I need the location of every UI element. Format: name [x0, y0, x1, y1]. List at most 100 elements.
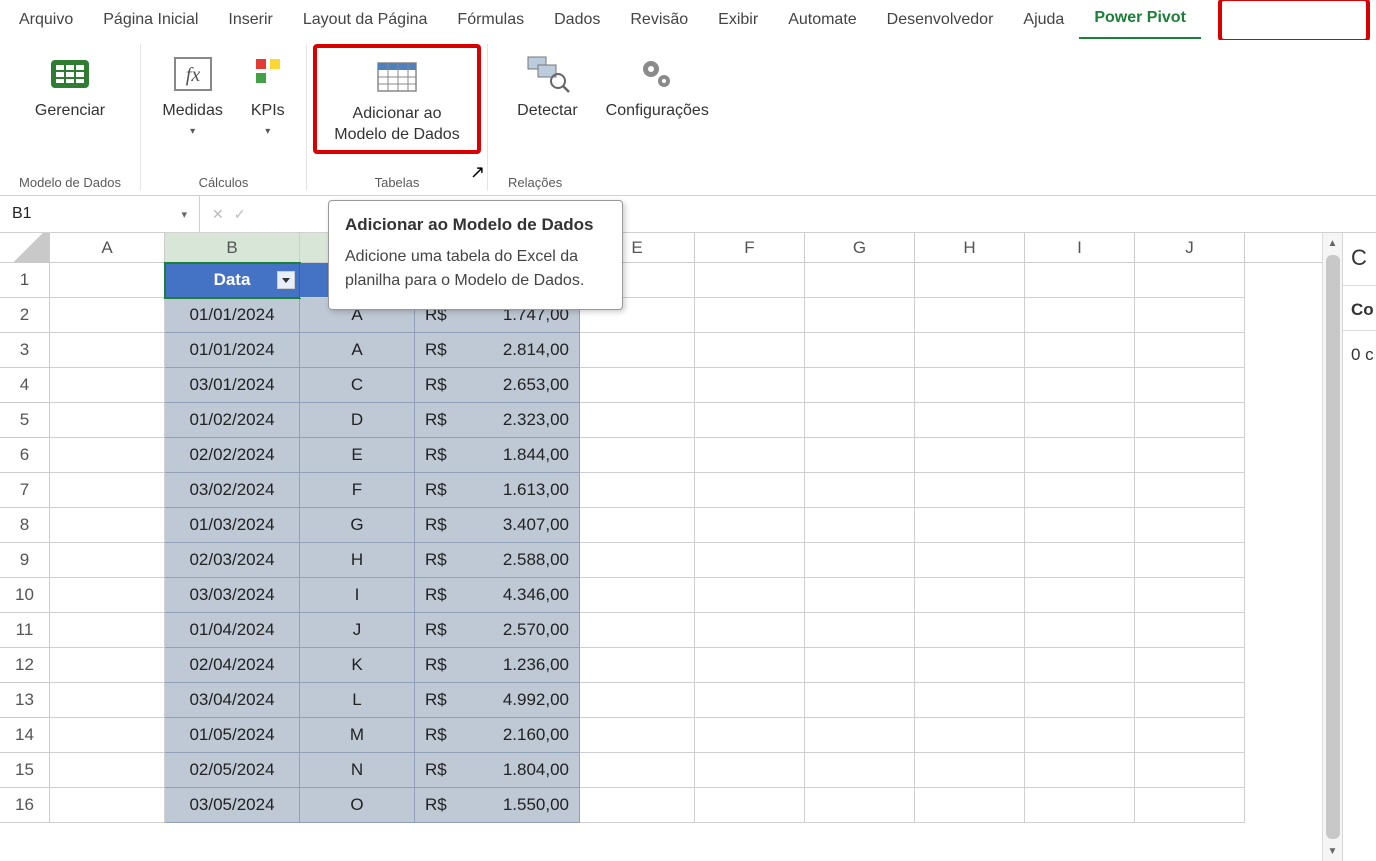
col-header-A[interactable]: A	[50, 233, 165, 262]
detectar-button[interactable]: Detectar	[506, 44, 588, 123]
cell[interactable]	[50, 648, 165, 683]
cell[interactable]	[1025, 403, 1135, 438]
cell[interactable]	[915, 438, 1025, 473]
cell[interactable]	[805, 753, 915, 788]
cell[interactable]	[915, 403, 1025, 438]
row-header[interactable]: 5	[0, 403, 50, 438]
select-all-corner[interactable]	[0, 233, 50, 263]
cell[interactable]	[695, 473, 805, 508]
cell[interactable]	[1025, 578, 1135, 613]
cell[interactable]: C	[300, 368, 415, 403]
cell[interactable]	[695, 753, 805, 788]
kpis-button[interactable]: KPIs	[240, 44, 296, 138]
cell[interactable]: Data	[165, 263, 300, 298]
cell[interactable]	[915, 298, 1025, 333]
cell[interactable]	[805, 473, 915, 508]
tab-página-inicial[interactable]: Página Inicial	[88, 2, 213, 39]
cell[interactable]	[805, 613, 915, 648]
row-header[interactable]: 4	[0, 368, 50, 403]
cell[interactable]: F	[300, 473, 415, 508]
cell[interactable]: 02/04/2024	[165, 648, 300, 683]
row-header[interactable]: 12	[0, 648, 50, 683]
cell[interactable]	[1135, 263, 1245, 298]
cell[interactable]	[580, 683, 695, 718]
cell[interactable]	[695, 438, 805, 473]
cell[interactable]	[695, 333, 805, 368]
cell[interactable]: R$3.407,00	[415, 508, 580, 543]
cell[interactable]	[580, 473, 695, 508]
cell[interactable]	[695, 718, 805, 753]
cell[interactable]	[915, 543, 1025, 578]
cell[interactable]	[805, 718, 915, 753]
cell[interactable]	[695, 648, 805, 683]
cell[interactable]: R$2.814,00	[415, 333, 580, 368]
cell[interactable]: 01/02/2024	[165, 403, 300, 438]
cell[interactable]: O	[300, 788, 415, 823]
cell[interactable]	[695, 263, 805, 298]
row-header[interactable]: 3	[0, 333, 50, 368]
cell[interactable]	[50, 543, 165, 578]
cell[interactable]: 01/05/2024	[165, 718, 300, 753]
cell[interactable]	[1025, 788, 1135, 823]
cell[interactable]	[695, 788, 805, 823]
cell[interactable]	[1135, 753, 1245, 788]
cell[interactable]	[915, 578, 1025, 613]
row-header[interactable]: 8	[0, 508, 50, 543]
cell[interactable]	[805, 578, 915, 613]
cell[interactable]	[50, 753, 165, 788]
cell[interactable]: D	[300, 403, 415, 438]
gerenciar-button[interactable]: Gerenciar	[24, 44, 116, 123]
cell[interactable]: M	[300, 718, 415, 753]
cell[interactable]	[915, 368, 1025, 403]
cell[interactable]: R$2.588,00	[415, 543, 580, 578]
row-header[interactable]: 16	[0, 788, 50, 823]
scroll-up-icon[interactable]: ▲	[1328, 233, 1338, 253]
row-header[interactable]: 15	[0, 753, 50, 788]
cell[interactable]	[50, 298, 165, 333]
cell[interactable]: R$1.844,00	[415, 438, 580, 473]
cell[interactable]: H	[300, 543, 415, 578]
cell[interactable]	[1135, 788, 1245, 823]
cell[interactable]	[1135, 473, 1245, 508]
filter-dropdown-icon[interactable]	[277, 271, 295, 289]
cell[interactable]	[50, 403, 165, 438]
vertical-scrollbar[interactable]: ▲ ▼	[1322, 233, 1342, 861]
cell[interactable]: R$1.613,00	[415, 473, 580, 508]
cell[interactable]: E	[300, 438, 415, 473]
row-header[interactable]: 2	[0, 298, 50, 333]
cell[interactable]	[50, 333, 165, 368]
cell[interactable]: I	[300, 578, 415, 613]
cell[interactable]	[805, 683, 915, 718]
cell[interactable]: A	[300, 333, 415, 368]
cell[interactable]	[580, 403, 695, 438]
cell[interactable]	[1025, 298, 1135, 333]
cell[interactable]: 03/04/2024	[165, 683, 300, 718]
cell[interactable]	[50, 368, 165, 403]
cell[interactable]	[1135, 718, 1245, 753]
cell[interactable]	[580, 543, 695, 578]
cell[interactable]	[1135, 333, 1245, 368]
tab-fórmulas[interactable]: Fórmulas	[442, 2, 539, 39]
col-header-I[interactable]: I	[1025, 233, 1135, 262]
cell[interactable]	[1025, 718, 1135, 753]
cell[interactable]	[1025, 438, 1135, 473]
name-box[interactable]: B1 ▾	[0, 196, 200, 232]
row-header[interactable]: 10	[0, 578, 50, 613]
cell[interactable]	[915, 263, 1025, 298]
tab-dados[interactable]: Dados	[539, 2, 615, 39]
cell[interactable]	[580, 788, 695, 823]
cell[interactable]	[805, 648, 915, 683]
tab-revisão[interactable]: Revisão	[615, 2, 703, 39]
cell[interactable]	[1135, 543, 1245, 578]
tab-desenvolvedor[interactable]: Desenvolvedor	[872, 2, 1009, 39]
col-header-G[interactable]: G	[805, 233, 915, 262]
scroll-down-icon[interactable]: ▼	[1328, 841, 1338, 861]
cell[interactable]	[1135, 438, 1245, 473]
cell[interactable]: G	[300, 508, 415, 543]
cell[interactable]: 03/01/2024	[165, 368, 300, 403]
cell[interactable]	[580, 333, 695, 368]
row-header[interactable]: 11	[0, 613, 50, 648]
col-header-F[interactable]: F	[695, 233, 805, 262]
cell[interactable]	[915, 648, 1025, 683]
cell[interactable]: 01/04/2024	[165, 613, 300, 648]
